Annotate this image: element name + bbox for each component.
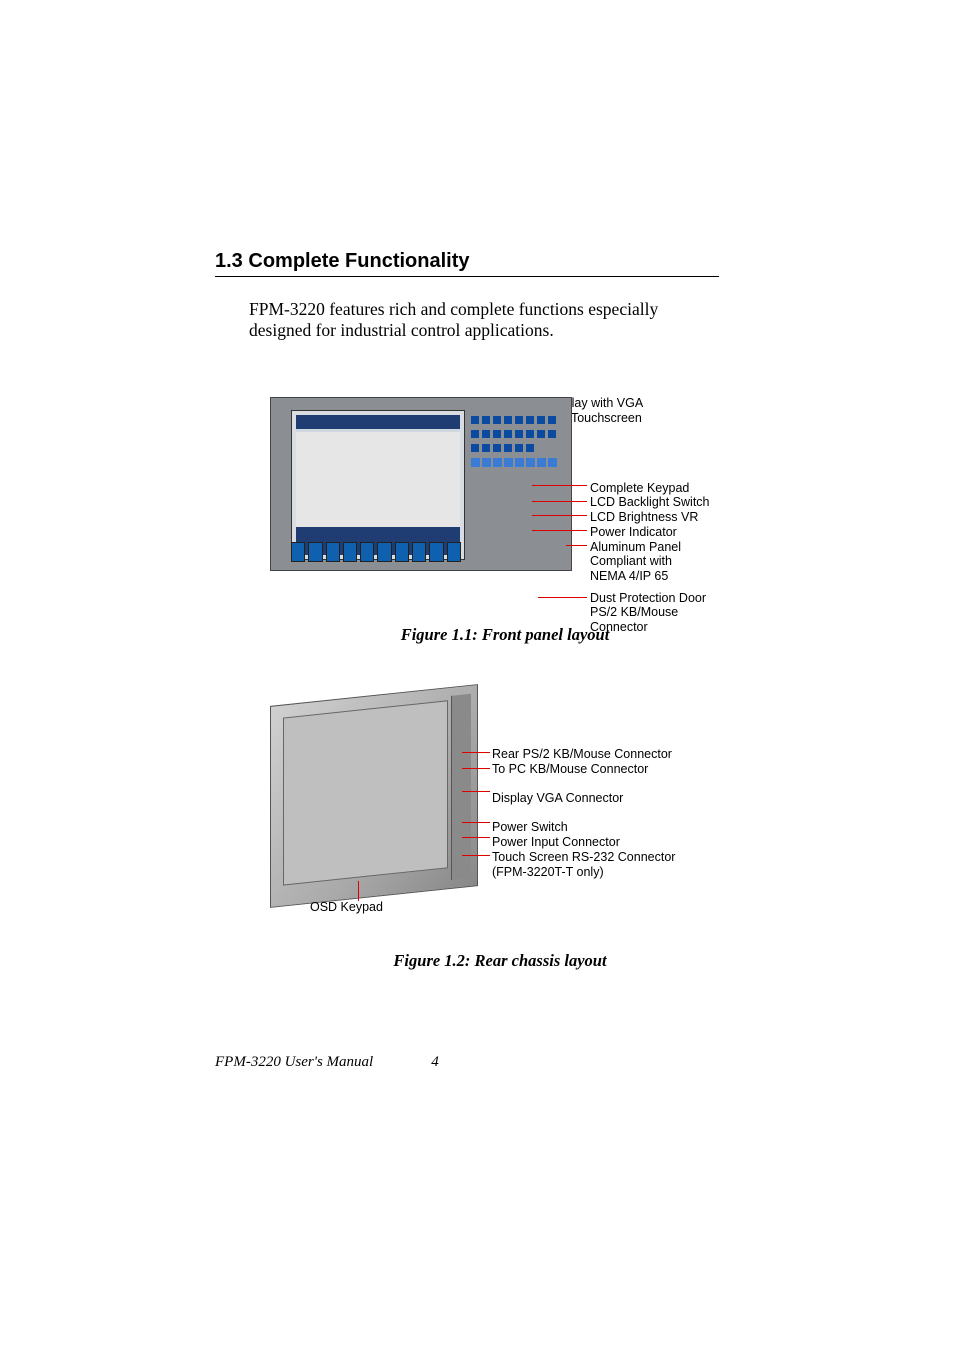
callout-backlight-switch: LCD Backlight Switch [590, 495, 710, 510]
leader-line [462, 855, 490, 856]
leader-line [358, 881, 359, 901]
leader-line [462, 752, 490, 753]
rear-chassis-image [270, 684, 478, 908]
leader-line [462, 768, 490, 769]
leader-line [532, 501, 587, 502]
leader-line [462, 822, 490, 823]
callout-complete-keypad: Complete Keypad [590, 481, 710, 496]
callout-vga: Display VGA Connector [492, 791, 675, 806]
front-panel-lower-callouts: Dust Protection Door PS/2 KB/Mouse Conne… [590, 591, 706, 635]
section-number: 1.3 [215, 250, 243, 272]
callout-compliant: Compliant with [590, 554, 710, 569]
leader-line [532, 515, 587, 516]
leader-line [462, 791, 490, 792]
keypad-row [471, 430, 557, 438]
figure-1-2-caption: Figure 1.2: Rear chassis layout [260, 951, 740, 971]
section-title: Complete Functionality [248, 250, 469, 272]
callout-connector: Connector [590, 620, 706, 635]
keypad-row [471, 416, 557, 424]
lcd-screen-icon [291, 410, 465, 560]
leader-line [532, 485, 587, 486]
callout-to-pc: To PC KB/Mouse Connector [492, 762, 675, 777]
keypad-row [471, 458, 557, 467]
keypad-row [471, 444, 535, 452]
callout-power-input: Power Input Connector [492, 835, 675, 850]
body-paragraph: FPM-3220 features rich and complete func… [249, 299, 709, 342]
front-panel-callouts: Complete Keypad LCD Backlight Switch LCD… [590, 481, 710, 584]
callout-nema: NEMA 4/IP 65 [590, 569, 710, 584]
callout-power-switch: Power Switch [492, 820, 675, 835]
leader-line [538, 597, 587, 598]
callout-rear-ps2: Rear PS/2 KB/Mouse Connector [492, 747, 675, 762]
leader-line [566, 545, 587, 546]
rear-chassis-callouts: Rear PS/2 KB/Mouse Connector To PC KB/Mo… [492, 747, 675, 880]
page-footer: FPM-3220 User's Manual 4 [215, 1054, 719, 1071]
footer-page-number: 4 [431, 1054, 439, 1071]
leader-line [462, 837, 490, 838]
figure-1-2: Rear PS/2 KB/Mouse Connector To PC KB/Mo… [260, 695, 740, 971]
callout-model-note: (FPM-3220T-T only) [492, 865, 675, 880]
callout-dust-door: Dust Protection Door [590, 591, 706, 606]
function-key-row [291, 542, 461, 562]
figure-1-1: 12.1" TFT LCD Display with VGA Interface… [270, 397, 740, 645]
callout-power-indicator: Power Indicator [590, 525, 710, 540]
callout-ps2: PS/2 KB/Mouse [590, 605, 706, 620]
callout-osd-keypad: OSD Keypad [310, 900, 383, 914]
leader-line [532, 530, 587, 531]
callout-aluminum-panel: Aluminum Panel [590, 540, 710, 555]
callout-rs232: Touch Screen RS-232 Connector [492, 850, 675, 865]
footer-manual-title: FPM-3220 User's Manual [215, 1054, 373, 1071]
callout-brightness-vr: LCD Brightness VR [590, 510, 710, 525]
front-panel-image [270, 397, 572, 571]
section-heading: 1.3 Complete Functionality [215, 250, 719, 277]
